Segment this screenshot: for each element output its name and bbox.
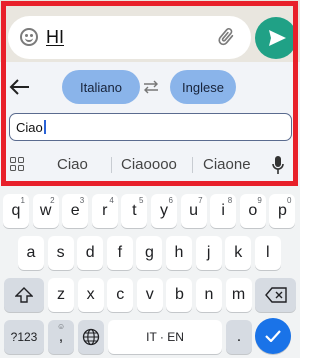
key-h[interactable]: h — [166, 236, 192, 270]
message-text: HI — [46, 27, 64, 47]
backspace-icon — [264, 287, 287, 303]
key-hint: 7 — [198, 196, 203, 205]
source-language-button[interactable]: Italiano — [62, 70, 140, 104]
enter-key[interactable] — [255, 318, 291, 354]
key-t[interactable]: 5t — [121, 194, 148, 228]
key-c[interactable]: c — [107, 278, 134, 312]
suggestion-strip: Ciao Ciaoooo Ciaone — [0, 148, 300, 180]
translate-input[interactable]: Ciao — [9, 113, 292, 141]
key-e[interactable]: 3e — [62, 194, 89, 228]
language-key[interactable] — [78, 320, 104, 354]
key-label: y — [160, 202, 168, 219]
key-label: i — [221, 202, 225, 219]
key-v[interactable]: v — [136, 278, 163, 312]
key-hint: 5 — [138, 196, 144, 205]
keyboard: 1q2w3e4r5t6y7u8i9o0p asdfghjkl zxcvbnm ?… — [0, 186, 300, 358]
key-l[interactable]: l — [254, 236, 281, 270]
check-icon — [265, 330, 281, 342]
suggestion-1[interactable]: Ciao — [57, 156, 88, 173]
translate-input-text: Ciao — [16, 120, 46, 135]
text-caret — [43, 120, 46, 134]
translate-panel: Italiano Inglese Ciao Ciao Ciaoooo Ciaon… — [0, 62, 300, 186]
key-k[interactable]: k — [225, 236, 252, 270]
key-b[interactable]: b — [166, 278, 193, 312]
suggestion-3[interactable]: Ciaone — [203, 156, 251, 173]
key-hint: 1 — [20, 196, 25, 205]
suggestion-2[interactable]: Ciaoooo — [121, 156, 177, 173]
apps-grid-icon[interactable] — [10, 157, 24, 171]
key-w[interactable]: 2w — [32, 194, 59, 228]
suggestion-divider — [192, 157, 193, 173]
comma-key[interactable]: ☺ , — [48, 320, 74, 354]
key-hint: 3 — [79, 196, 85, 205]
shift-icon — [15, 287, 33, 303]
key-label: t — [132, 202, 137, 219]
period-key[interactable]: . — [226, 320, 252, 354]
key-hint: 6 — [168, 196, 173, 205]
key-label: u — [189, 202, 199, 219]
key-y[interactable]: 6y — [151, 194, 177, 228]
key-j[interactable]: j — [195, 236, 222, 270]
key-m[interactable]: m — [225, 278, 252, 312]
shift-key[interactable] — [4, 278, 44, 312]
key-d[interactable]: d — [77, 236, 104, 270]
key-hint: 4 — [109, 196, 114, 205]
key-hint: 0 — [286, 196, 292, 205]
key-hint: 9 — [257, 196, 262, 205]
key-a[interactable]: a — [18, 236, 44, 270]
key-hint: 2 — [50, 196, 55, 205]
key-hint: 8 — [227, 196, 233, 205]
key-i[interactable]: 8i — [210, 194, 237, 228]
backspace-key[interactable] — [255, 278, 296, 312]
message-input[interactable]: HI — [8, 16, 251, 59]
space-key[interactable]: IT · EN — [108, 320, 222, 354]
paperclip-icon[interactable] — [215, 26, 237, 48]
key-label: q — [11, 202, 21, 219]
emoji-icon[interactable] — [20, 28, 38, 46]
emoji-hint-icon: ☺ — [57, 322, 66, 331]
key-label: r — [102, 202, 108, 219]
target-language-button[interactable]: Inglese — [170, 70, 236, 104]
key-label: o — [248, 202, 258, 219]
symbols-key[interactable]: ?123 — [4, 320, 44, 354]
suggestion-divider — [111, 157, 112, 173]
chat-composer: HI Italiano Inglese Ciao Ciao Ciaoooo Ci… — [0, 0, 300, 186]
send-button[interactable] — [255, 17, 297, 59]
key-label: e — [70, 202, 80, 219]
key-q[interactable]: 1q — [3, 194, 29, 228]
globe-icon — [82, 328, 100, 346]
key-z[interactable]: z — [48, 278, 74, 312]
swap-icon[interactable] — [142, 79, 160, 95]
microphone-icon[interactable] — [271, 155, 285, 175]
back-arrow-icon[interactable] — [8, 77, 30, 97]
key-f[interactable]: f — [106, 236, 133, 270]
key-g[interactable]: g — [136, 236, 163, 270]
send-icon — [269, 30, 286, 46]
key-x[interactable]: x — [77, 278, 104, 312]
key-n[interactable]: n — [196, 278, 222, 312]
key-o[interactable]: 9o — [239, 194, 266, 228]
key-label: p — [277, 202, 287, 219]
key-r[interactable]: 4r — [91, 194, 118, 228]
key-p[interactable]: 0p — [269, 194, 296, 228]
key-u[interactable]: 7u — [180, 194, 207, 228]
key-s[interactable]: s — [47, 236, 74, 270]
